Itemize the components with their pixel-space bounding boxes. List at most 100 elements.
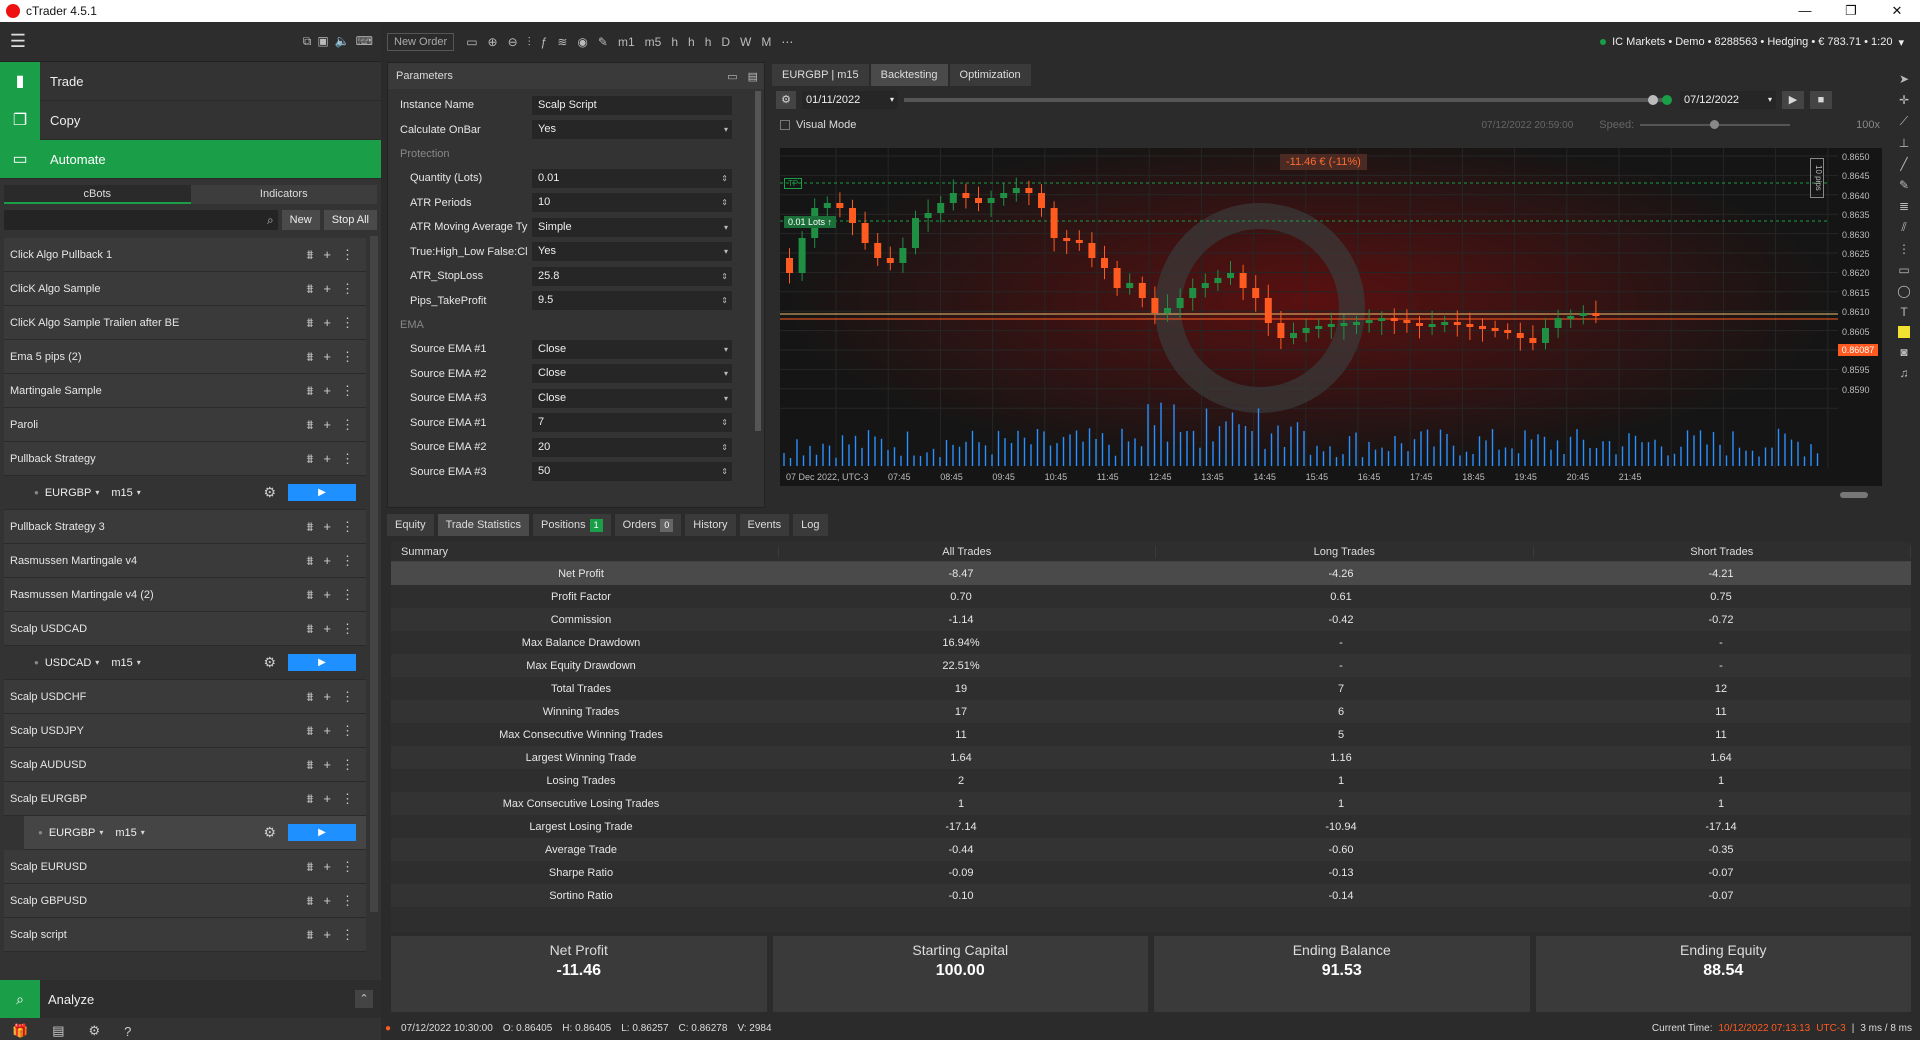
more-options-icon[interactable]: ⋮: [341, 519, 354, 535]
dropdown-arrow-icon[interactable]: ▾: [724, 218, 728, 237]
param-input[interactable]: Close ▾: [532, 339, 732, 359]
parameters-scrollbar[interactable]: [755, 91, 761, 431]
stop-button[interactable]: ■: [1810, 91, 1832, 109]
tf-m5[interactable]: m5: [645, 35, 662, 50]
tab-backtesting[interactable]: Backtesting: [870, 64, 948, 86]
more-options-icon[interactable]: ⋮: [341, 315, 354, 331]
bots-search-input[interactable]: ⌕: [4, 210, 278, 230]
dropdown-arrow-icon[interactable]: ▾: [724, 389, 728, 408]
tools-icon[interactable]: ✎: [598, 35, 608, 50]
backtest-end-date[interactable]: 07/12/2022 ▾: [1680, 91, 1776, 109]
add-instance-icon[interactable]: +: [323, 315, 331, 331]
stats-row[interactable]: Max Balance Drawdown 16.94% - -: [391, 631, 1911, 654]
instance-settings-icon[interactable]: ⚙: [263, 654, 276, 671]
add-instance-icon[interactable]: +: [323, 791, 331, 807]
add-instance-icon[interactable]: +: [323, 519, 331, 535]
crosshair-icon[interactable]: ✛: [1899, 93, 1909, 107]
tf-mn[interactable]: M: [761, 35, 771, 50]
stepper-icon[interactable]: ⇕: [721, 169, 728, 188]
add-instance-icon[interactable]: +: [323, 417, 331, 433]
more-options-icon[interactable]: ⋮: [341, 893, 354, 909]
more-options-icon[interactable]: ⋮: [341, 349, 354, 365]
alert-bell-icon[interactable]: ♫: [1900, 366, 1909, 380]
param-input[interactable]: 10 ⇕: [532, 193, 732, 213]
more-options-icon[interactable]: ⋮: [341, 451, 354, 467]
bot-row[interactable]: Paroli ⩩ + ⋮: [4, 408, 366, 442]
build-icon[interactable]: ⩩: [306, 417, 313, 433]
add-instance-icon[interactable]: +: [323, 859, 331, 875]
instance-play-button[interactable]: ▶: [288, 824, 356, 841]
tab-trade-statistics[interactable]: Trade Statistics: [437, 514, 529, 536]
stats-row[interactable]: Profit Factor 0.70 0.61 0.75: [391, 585, 1911, 608]
fibonacci-icon[interactable]: ≣: [1899, 199, 1909, 213]
indicators-icon[interactable]: ƒ: [541, 35, 548, 50]
stats-row[interactable]: Average Trade -0.44 -0.60 -0.35: [391, 838, 1911, 861]
param-input[interactable]: Yes ▾: [532, 242, 732, 262]
param-input[interactable]: Close ▾: [532, 388, 732, 408]
build-icon[interactable]: ⩩: [306, 281, 313, 297]
nav-copy[interactable]: ❐ Copy: [0, 100, 381, 140]
bot-row[interactable]: Scalp EURGBP ⩩ + ⋮: [4, 782, 366, 816]
tf-d1[interactable]: D: [721, 35, 730, 50]
bot-row[interactable]: Martingale Sample ⩩ + ⋮: [4, 374, 366, 408]
stepper-icon[interactable]: ⇕: [721, 413, 728, 432]
build-icon[interactable]: ⩩: [306, 315, 313, 331]
price-axis[interactable]: 0.8650 0.8645 0.8640 0.8635 0.8630 0.8625 0.86…: [1838, 148, 1882, 486]
add-instance-icon[interactable]: +: [323, 689, 331, 705]
more-options-icon[interactable]: ⋮: [341, 247, 354, 263]
tab-log[interactable]: Log: [793, 514, 828, 536]
layout-icon[interactable]: ▣: [317, 34, 328, 49]
stepper-icon[interactable]: ⇕: [721, 438, 728, 457]
price-chart[interactable]: -11.46 € (-11%) TP 0.01 Lots ↑ 10 pips 0…: [780, 148, 1882, 486]
instance-symbol[interactable]: EURGBP: [49, 827, 95, 839]
bots-list-scrollbar[interactable]: [370, 236, 378, 912]
stepper-icon[interactable]: ⇕: [721, 193, 728, 212]
ray-icon[interactable]: ╱: [1900, 157, 1907, 171]
bot-row[interactable]: Scalp USDCHF ⩩ + ⋮: [4, 680, 366, 714]
add-instance-icon[interactable]: +: [323, 723, 331, 739]
more-options-icon[interactable]: ⋮: [341, 587, 354, 603]
tf-h1[interactable]: h: [671, 35, 678, 50]
bot-row[interactable]: Rasmussen Martingale v4 ⩩ + ⋮: [4, 544, 366, 578]
build-icon[interactable]: ⩩: [306, 247, 313, 263]
new-order-button[interactable]: New Order: [387, 33, 455, 51]
detach-icon[interactable]: ⧉: [303, 34, 312, 49]
bot-row[interactable]: Scalp AUDUSD ⩩ + ⋮: [4, 748, 366, 782]
load-preset-icon[interactable]: ▤: [748, 70, 758, 83]
hamburger-menu-icon[interactable]: ☰: [0, 31, 36, 52]
param-input[interactable]: 9.5 ⇕: [532, 291, 732, 311]
build-icon[interactable]: ⩩: [306, 791, 313, 807]
minimize-button[interactable]: —: [1782, 0, 1828, 22]
range-end-handle[interactable]: [1648, 95, 1658, 105]
nav-analyze[interactable]: ⌕ Analyze ⌃: [0, 980, 381, 1018]
tab-orders[interactable]: Orders 0: [614, 514, 682, 536]
add-instance-icon[interactable]: +: [323, 587, 331, 603]
bot-instance-row[interactable]: ● EURGBP ▾ m15 ▾ ⚙ ▶: [24, 816, 366, 850]
tab-optimization[interactable]: Optimization: [949, 64, 1031, 86]
bot-row[interactable]: Rasmussen Martingale v4 (2) ⩩ + ⋮: [4, 578, 366, 612]
more-options-icon[interactable]: ⋮: [341, 417, 354, 433]
camera-icon[interactable]: ◙: [1900, 345, 1907, 359]
build-icon[interactable]: ⩩: [306, 689, 313, 705]
instance-play-button[interactable]: ▶: [288, 484, 356, 501]
stats-row[interactable]: Sortino Ratio -0.10 -0.14 -0.07: [391, 884, 1911, 907]
instance-play-button[interactable]: ▶: [288, 654, 356, 671]
build-icon[interactable]: ⩩: [306, 349, 313, 365]
add-instance-icon[interactable]: +: [323, 247, 331, 263]
build-icon[interactable]: ⩩: [306, 723, 313, 739]
stepper-icon[interactable]: ⇕: [721, 267, 728, 286]
more-options-icon[interactable]: ⋮: [341, 859, 354, 875]
param-input[interactable]: 7 ⇕: [532, 413, 732, 433]
instance-settings-icon[interactable]: ⚙: [263, 824, 276, 841]
build-icon[interactable]: ⩩: [306, 451, 313, 467]
tab-positions[interactable]: Positions 1: [532, 514, 611, 536]
settings-gear-icon[interactable]: ⚙: [88, 1023, 100, 1039]
stats-row[interactable]: Total Trades 19 7 12: [391, 677, 1911, 700]
pen-icon[interactable]: ✎: [1899, 178, 1909, 192]
build-icon[interactable]: ⩩: [306, 859, 313, 875]
stats-row[interactable]: Losing Trades 2 1 1: [391, 769, 1911, 792]
ellipse-icon[interactable]: ◯: [1897, 284, 1910, 298]
build-icon[interactable]: ⩩: [306, 893, 313, 909]
color-swatch-icon[interactable]: [1898, 326, 1910, 338]
param-input[interactable]: 20 ⇕: [532, 437, 732, 457]
